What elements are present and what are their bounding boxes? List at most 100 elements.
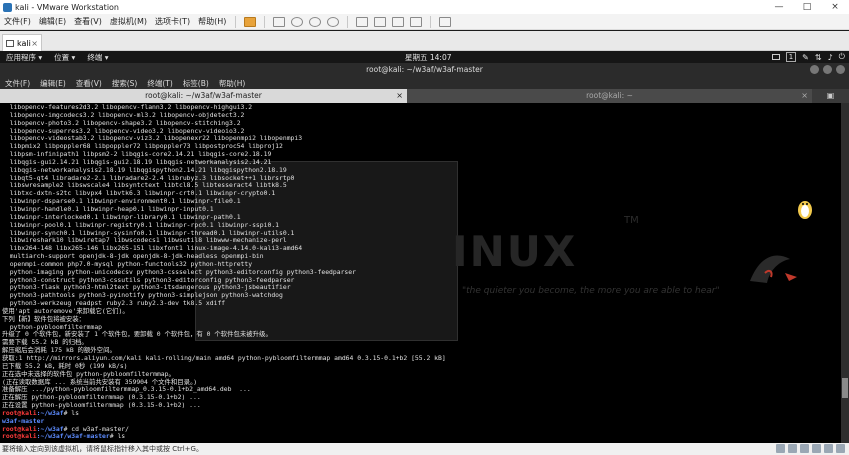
terminal-line-text: 获取:1 http://mirrors.aliyun.com/kali kali… [2, 354, 446, 362]
applications-menu[interactable]: 应用程序 ▾ [0, 52, 48, 63]
terminal-line-text: python3-werkzeug readpst ruby2.3 ruby2.3… [2, 299, 226, 308]
vm-tab-label: kali [17, 38, 31, 48]
places-menu[interactable]: 位置 ▾ [48, 52, 81, 63]
maximize-button[interactable]: □ [793, 0, 821, 14]
close-tab-icon[interactable]: × [396, 89, 403, 103]
vmware-tab-strip: kali × [0, 31, 849, 51]
scrollbar-thumb[interactable] [842, 378, 848, 398]
minimize-button[interactable]: — [765, 0, 793, 14]
terminal-line-text: w3af-master [2, 416, 45, 425]
terminal-line-text: openmpi-common php7.0-mysql python-funct… [2, 259, 253, 268]
terminal-line-text: libx264-148 libx265-146 libx265-151 libx… [2, 244, 303, 253]
panel-status-area: 1 ✎ ⇅ ♪ ⏻ [771, 52, 845, 62]
volume-icon[interactable]: ♪ [828, 53, 833, 62]
snapshot-manager-icon[interactable] [327, 16, 340, 27]
menu-vm[interactable]: 虚拟机(M) [106, 16, 151, 27]
prompt-command: # ls [63, 408, 79, 417]
terminal-line-text: 正在选中未选择的软件包 python-pybloomfiltermmap。 [2, 369, 175, 378]
terminal-line-text: libopencv-videostab3.2 libopencv-viz3.2 … [2, 134, 303, 143]
terminal-line-text: libwinpr-pool0.1 libwinpr-registry0.1 li… [2, 220, 280, 229]
terminal-menu-tabs[interactable]: 标签(B) [178, 78, 214, 89]
library-view-icon[interactable] [439, 16, 452, 27]
terminal-scrollbar[interactable] [841, 103, 849, 443]
display-icon[interactable] [836, 444, 845, 453]
terminal-menu-edit[interactable]: 编辑(E) [35, 78, 71, 89]
window-switcher-icon[interactable] [771, 54, 780, 60]
terminal-line-text: libtxc-dxtn-s2tc libvpx4 libvtk6.3 libwi… [2, 189, 276, 198]
sidebar-toggle-icon[interactable] [356, 16, 369, 27]
terminal-output[interactable]: INUX TM "the quieter you become, the mor… [0, 103, 841, 443]
terminal-tab-label: root@kali: ~ [586, 91, 633, 100]
menu-tabs[interactable]: 选项卡(T) [151, 16, 194, 27]
terminal-line-text: libqgis-networkanalysis2.18.19 libqgispy… [2, 165, 287, 174]
sound-icon[interactable] [824, 444, 833, 453]
kali-wallpaper-tagline: "the quieter you become, the more you ar… [462, 286, 720, 296]
workspace-indicator[interactable]: 1 [785, 52, 797, 62]
usb-icon[interactable] [812, 444, 821, 453]
terminal-menu-view[interactable]: 查看(V) [71, 78, 107, 89]
pause-icon[interactable] [244, 16, 257, 27]
terminal-close-button[interactable] [836, 65, 845, 74]
vmware-title-bar: kali - VMware Workstation — □ × [0, 0, 849, 14]
revert-snapshot-icon[interactable] [309, 16, 322, 27]
close-button[interactable]: × [821, 0, 849, 14]
panel-clock[interactable]: 星期五 14:07 [405, 52, 452, 63]
terminal-line-text: 使用'apt autoremove'来卸载它(它们)。 [2, 306, 129, 315]
snapshot-icon[interactable] [291, 16, 304, 27]
network-icon[interactable]: ⇅ [815, 53, 822, 62]
power-icon[interactable]: ⏻ [839, 52, 845, 62]
close-tab-icon[interactable]: × [31, 39, 38, 48]
toolbar-divider [264, 15, 266, 28]
menu-help[interactable]: 帮助(H) [194, 16, 230, 27]
vm-tab-kali[interactable]: kali × [2, 34, 42, 51]
terminal-line-text: libwireshark10 libwiretap7 libwscodecs1 … [2, 236, 287, 245]
prompt-user-host: root@kali [2, 408, 37, 417]
terminal-tab-w3af[interactable]: root@kali: ~/w3af/w3af-master × [0, 89, 407, 103]
prompt-path: :~/w3af [36, 424, 64, 433]
terminal-line-text: libopencv-imgcodecs3.2 libopencv-ml3.2 l… [2, 110, 245, 119]
menu-edit[interactable]: 编辑(E) [35, 16, 70, 27]
vmware-status-bar: 要将输入定向到该虚拟机，请将鼠标指针移入其中或按 Ctrl+G。 [0, 443, 849, 455]
new-tab-icon[interactable]: ▣ [827, 91, 835, 100]
prompt-command: # ls [109, 432, 126, 441]
terminal-menu-terminal[interactable]: 终端(T) [142, 78, 177, 89]
cd-drive-icon[interactable] [788, 444, 797, 453]
terminal-menu-bar: 文件(F) 编辑(E) 查看(V) 搜索(S) 终端(T) 标签(B) 帮助(H… [0, 77, 849, 89]
terminal-window-controls [810, 65, 845, 74]
window-controls: — □ × [765, 0, 849, 14]
terminal-line-text: python-imaging python-unicodecsv python3… [2, 267, 356, 276]
prompt-path: :~/w3af/w3af-master [36, 432, 110, 441]
vm-icon [6, 39, 14, 47]
device-status-icons [776, 444, 845, 453]
toolbar-divider [347, 15, 349, 28]
menu-view[interactable]: 查看(V) [70, 16, 106, 27]
prompt-path: :~/w3af [36, 408, 64, 417]
terminal-menu-search[interactable]: 搜索(S) [107, 78, 143, 89]
vmware-window-title: kali - VMware Workstation [15, 2, 119, 12]
terminal-maximize-button[interactable] [823, 65, 832, 74]
terminal-line-text: libqt5-qt4 libradare2-2.1 libradare2-2.4… [2, 173, 295, 182]
menu-file[interactable]: 文件(F) [0, 16, 35, 27]
pen-icon[interactable]: ✎ [802, 53, 809, 62]
terminal-tab-home[interactable]: root@kali: ~ × [407, 89, 812, 103]
network-adapter-icon[interactable] [800, 444, 809, 453]
terminal-app-menu[interactable]: 终端 ▾ [81, 52, 114, 63]
terminal-prompt-line: root@kali:~/w3af/w3af-master# ls [2, 433, 446, 441]
terminal-minimize-button[interactable] [810, 65, 819, 74]
terminal-menu-file[interactable]: 文件(F) [0, 78, 35, 89]
toolbar-divider [235, 15, 237, 28]
terminal-line-text: libwinpr-interlocked0.1 libwinpr-library… [2, 212, 241, 221]
terminal-menu-help[interactable]: 帮助(H) [214, 78, 251, 89]
terminal-line-text: libpmix2 libpoppler68 libpoppler72 libpo… [2, 142, 283, 151]
close-tab-icon[interactable]: × [801, 89, 808, 103]
hard-disk-icon[interactable] [776, 444, 785, 453]
send-ctrl-alt-del-icon[interactable] [273, 16, 286, 27]
console-view-icon[interactable] [374, 16, 387, 27]
kali-wallpaper-logo-text: INUX [452, 227, 578, 276]
terminal-line-text: libwinpr-handle0.1 libwinpr-heap0.1 libw… [2, 204, 214, 213]
toolbar-divider [430, 15, 432, 28]
unity-icon[interactable] [410, 16, 423, 27]
fullscreen-icon[interactable] [392, 16, 405, 27]
terminal-line-text: 下列【新】软件包将被安装： [2, 314, 86, 323]
terminal-line-text: libqgis-gui2.14.21 libqgis-gui2.18.19 li… [2, 157, 272, 166]
